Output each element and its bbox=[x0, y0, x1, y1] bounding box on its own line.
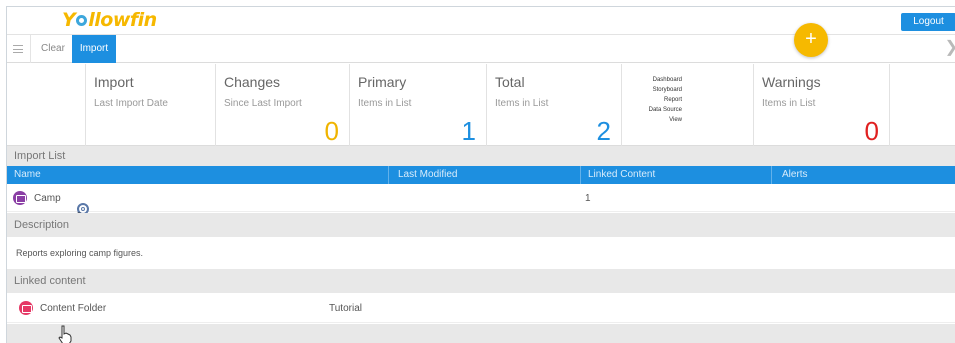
content-type: Dashboard bbox=[652, 77, 682, 83]
row-linked-content: 1 bbox=[585, 193, 591, 204]
stat-import: Import Last Import Date bbox=[85, 64, 215, 146]
stat-title: Warnings bbox=[762, 74, 821, 90]
stat-value: 0 bbox=[324, 116, 339, 146]
stat-title: Total bbox=[495, 74, 525, 90]
row-name[interactable]: Camp bbox=[34, 193, 61, 204]
stat-value: 1 bbox=[461, 116, 476, 146]
content-type: Storyboard bbox=[652, 87, 682, 93]
hamburger-icon[interactable] bbox=[13, 45, 23, 53]
stat-title: Changes bbox=[224, 74, 281, 90]
app-window: Yllowfin Logout Clear Import ❯ + Import … bbox=[6, 6, 955, 343]
stat-title: Import bbox=[94, 74, 134, 90]
stat-value: 2 bbox=[596, 116, 611, 146]
column-divider bbox=[771, 166, 772, 184]
stat-subtitle: Items in List bbox=[762, 98, 816, 109]
summary-stats: Import Last Import Date Changes Since La… bbox=[7, 64, 955, 146]
content-type: View bbox=[669, 117, 682, 123]
column-linked-content[interactable]: Linked Content bbox=[588, 166, 655, 184]
footer-band bbox=[7, 324, 955, 343]
stat-subtitle: Items in List bbox=[358, 98, 412, 109]
description-text: Reports exploring camp figures. bbox=[16, 248, 144, 258]
content-type: Report bbox=[663, 97, 682, 103]
linked-item-folder: Tutorial bbox=[329, 303, 362, 314]
description-row: Reports exploring camp figures. bbox=[7, 237, 955, 269]
import-list-heading: Import List bbox=[7, 146, 955, 166]
column-last-modified[interactable]: Last Modified bbox=[398, 166, 457, 184]
stat-title: Primary bbox=[358, 74, 407, 90]
column-divider bbox=[388, 166, 389, 184]
content-type-legend: Dashboard Storyboard Report Data Source … bbox=[621, 64, 753, 146]
stat-value: 0 bbox=[864, 116, 879, 146]
table-row[interactable]: Camp 1 bbox=[7, 184, 955, 212]
description-heading: Description bbox=[7, 213, 955, 237]
linked-content-row[interactable]: Content Folder Tutorial bbox=[7, 293, 955, 323]
stat-total: Total Items in List 2 bbox=[486, 64, 621, 146]
column-alerts[interactable]: Alerts bbox=[782, 166, 808, 184]
linked-content-heading: Linked content bbox=[7, 269, 955, 293]
close-icon[interactable]: ❯ bbox=[945, 40, 955, 56]
stat-subtitle: Last Import Date bbox=[94, 98, 168, 109]
logout-button[interactable]: Logout bbox=[901, 13, 955, 31]
column-name[interactable]: Name bbox=[14, 166, 41, 184]
stat-empty bbox=[889, 64, 955, 146]
clear-button[interactable]: Clear bbox=[41, 35, 65, 63]
stat-warnings: Warnings Items in List 0 bbox=[753, 64, 889, 146]
stat-changes: Changes Since Last Import 0 bbox=[215, 64, 349, 146]
add-fab-button[interactable]: + bbox=[794, 23, 828, 57]
import-list-header: Name Last Modified Linked Content Alerts bbox=[7, 166, 955, 184]
stat-primary: Primary Items in List 1 bbox=[349, 64, 486, 146]
import-tab[interactable]: Import bbox=[72, 35, 116, 63]
column-divider bbox=[580, 166, 581, 184]
toolbar-divider bbox=[30, 35, 31, 63]
stat-subtitle: Since Last Import bbox=[224, 98, 302, 109]
folder-icon bbox=[19, 301, 33, 315]
report-icon bbox=[13, 191, 27, 205]
content-type-list: Dashboard Storyboard Report Data Source … bbox=[622, 75, 682, 125]
yellowfin-logo[interactable]: Yllowfin bbox=[62, 9, 157, 31]
stat-subtitle: Items in List bbox=[495, 98, 549, 109]
content-type: Data Source bbox=[648, 107, 682, 113]
hand-cursor-icon bbox=[58, 325, 72, 343]
linked-item-name[interactable]: Content Folder bbox=[40, 303, 106, 314]
